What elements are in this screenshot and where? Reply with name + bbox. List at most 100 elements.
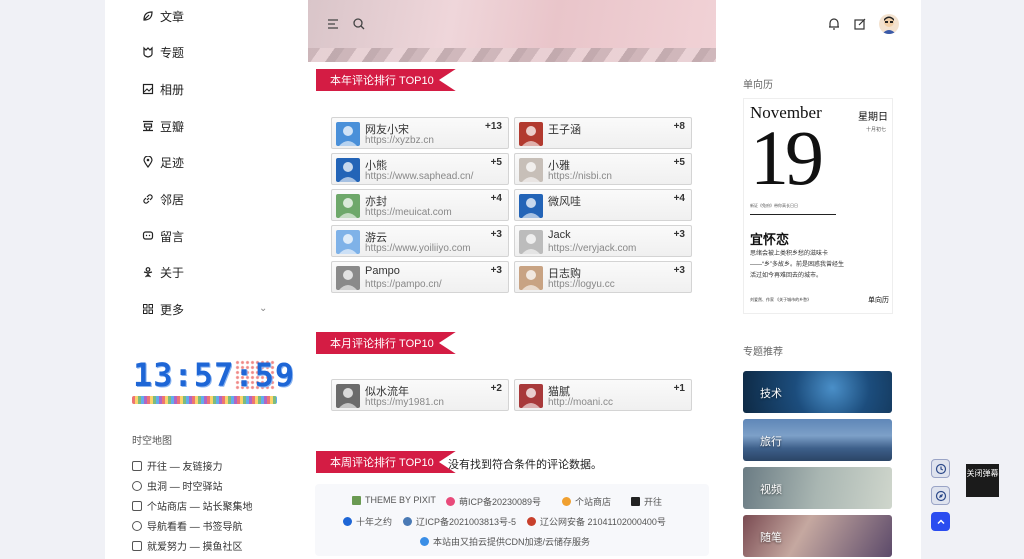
shortcuts-title: 时空地图 bbox=[132, 436, 172, 447]
comment-count: +5 bbox=[673, 157, 685, 168]
left-sidebar: 文章 专题 相册 豆瓣 足迹 邻居 留言 关于 更多 ⌄ 13:57:59 时空… bbox=[105, 0, 308, 559]
commenter-url[interactable]: http://moani.cc bbox=[548, 397, 613, 408]
footer-ten-year[interactable]: 十年之约 bbox=[343, 515, 392, 528]
avatar bbox=[336, 158, 360, 182]
topic-essay[interactable]: 随笔 bbox=[743, 515, 892, 557]
footer-theme[interactable]: THEME BY PIXIT bbox=[352, 495, 436, 505]
fish-icon bbox=[132, 540, 142, 551]
nav-item-douban[interactable]: 豆瓣 bbox=[142, 117, 184, 135]
commenter-url[interactable]: https://my1981.cn bbox=[365, 397, 444, 408]
nav-item-topics[interactable]: 专题 bbox=[142, 43, 184, 61]
nav-item-album[interactable]: 相册 bbox=[142, 80, 184, 98]
footer-police[interactable]: 辽公网安备 21041102000400号 bbox=[527, 515, 666, 528]
commenter-url[interactable]: https://www.yoiliiyo.com bbox=[365, 243, 471, 254]
commenter-card[interactable]: 日志购 https://logyu.cc +3 bbox=[514, 261, 692, 293]
commenter-card[interactable]: 小熊 https://www.saphead.cn/+5 bbox=[331, 153, 509, 185]
image-icon bbox=[142, 83, 154, 95]
shortcut-kaiwang[interactable]: 开往 — 友链接力 bbox=[132, 458, 223, 473]
commenter-card[interactable]: 似水流年 https://my1981.cn +2 bbox=[331, 379, 509, 411]
search-icon[interactable] bbox=[352, 17, 366, 31]
map-pin-icon bbox=[142, 156, 154, 168]
shortcut-community[interactable]: 就爱努力 — 摸鱼社区 bbox=[132, 538, 243, 553]
avatar bbox=[519, 194, 543, 218]
avatar bbox=[336, 230, 360, 254]
commenter-card[interactable]: 猫腻 http://moani.cc +1 bbox=[514, 379, 692, 411]
footer-icp[interactable]: 辽ICP备2021003813号-5 bbox=[403, 515, 516, 528]
commenter-url[interactable]: https://www.saphead.cn/ bbox=[365, 171, 473, 182]
nav-item-articles[interactable]: 文章 bbox=[142, 7, 184, 25]
commenter-url[interactable]: https://veryjack.com bbox=[548, 243, 636, 254]
avatar bbox=[519, 230, 543, 254]
commenter-card[interactable]: 亦封 https://meuicat.com +4 bbox=[331, 189, 509, 221]
hero-strip bbox=[308, 48, 716, 62]
footer-travel[interactable]: 开往 bbox=[631, 495, 662, 508]
clock-icon[interactable] bbox=[931, 459, 950, 478]
calendar-lunar: 十月初七 bbox=[866, 127, 887, 133]
avatar bbox=[519, 384, 543, 408]
commenter-card[interactable]: 小雅 https://nisbi.cn +5 bbox=[514, 153, 692, 185]
footer-cdn[interactable]: 本站由又拍云提供CDN加速/云储存服务 bbox=[420, 535, 590, 548]
commenter-card[interactable]: 游云 https://www.yoiliiyo.com +3 bbox=[331, 225, 509, 257]
link-icon bbox=[142, 193, 154, 205]
shortcut-nav[interactable]: 导航看看 — 书签导航 bbox=[132, 518, 243, 533]
back-to-top-button[interactable] bbox=[931, 512, 950, 531]
train-icon bbox=[132, 460, 142, 471]
train-icon bbox=[631, 497, 640, 506]
police-icon bbox=[527, 517, 536, 526]
compass-icon[interactable] bbox=[931, 486, 950, 505]
topic-video[interactable]: 视频 bbox=[743, 467, 892, 509]
avatar[interactable] bbox=[879, 14, 899, 34]
commenter-url[interactable]: https://xyzbz.cn bbox=[365, 135, 434, 146]
calendar-yi: 宜怀恋 bbox=[750, 232, 790, 247]
bell-icon[interactable] bbox=[827, 17, 841, 31]
commenter-url[interactable]: https://logyu.cc bbox=[548, 279, 615, 290]
comment-count: +4 bbox=[673, 193, 685, 204]
chevron-down-icon[interactable]: ⌄ bbox=[259, 303, 267, 314]
menu-icon[interactable] bbox=[326, 17, 340, 31]
month-rank-ribbon: 本月评论排行 TOP10 bbox=[316, 332, 456, 354]
comment-count: +5 bbox=[490, 157, 502, 168]
nav-item-footprints[interactable]: 足迹 bbox=[142, 153, 184, 171]
footer-shop[interactable]: 个站商店 bbox=[562, 495, 611, 508]
edit-icon[interactable] bbox=[853, 17, 867, 31]
commenter-card[interactable]: 网友小宋 https://xyzbz.cn +13 bbox=[331, 117, 509, 149]
nav-item-more[interactable]: 更多 bbox=[142, 300, 184, 318]
comment-count: +13 bbox=[485, 121, 502, 132]
nav-item-about[interactable]: 关于 bbox=[142, 263, 184, 281]
commenter-card[interactable]: Jack https://veryjack.com +3 bbox=[514, 225, 692, 257]
nav-item-neighbors[interactable]: 邻居 bbox=[142, 190, 184, 208]
year-rank-ribbon: 本年评论排行 TOP10 bbox=[316, 69, 456, 91]
clock-confetti bbox=[132, 396, 277, 404]
commenter-card[interactable]: Pampo https://pampo.cn/ +3 bbox=[331, 261, 509, 293]
shortcut-shop[interactable]: 个站商店 — 站长聚集地 bbox=[132, 498, 253, 513]
theme-icon bbox=[352, 495, 361, 505]
calendar-source: 刘爱然、作家 《关于城市的乡愁》 bbox=[750, 297, 812, 302]
douban-icon bbox=[142, 120, 154, 132]
comment-count: +4 bbox=[490, 193, 502, 204]
week-rank-ribbon: 本周评论排行 TOP10 bbox=[316, 451, 456, 473]
nav-label: 留言 bbox=[160, 229, 185, 244]
shop-icon bbox=[132, 500, 142, 511]
hero-banner bbox=[308, 0, 716, 62]
nav-label: 文章 bbox=[160, 9, 185, 24]
topic-travel[interactable]: 旅行 bbox=[743, 419, 892, 461]
commenter-card[interactable]: 微风哇 +4 bbox=[514, 189, 692, 221]
commenter-url[interactable]: https://meuicat.com bbox=[365, 207, 452, 218]
nav-label: 邻居 bbox=[160, 192, 185, 207]
footer-moe-icp[interactable]: 萌ICP备20230089号 bbox=[446, 495, 541, 508]
comment-count: +3 bbox=[490, 229, 502, 240]
commenter-card[interactable]: 王子涵 +8 bbox=[514, 117, 692, 149]
one-way-calendar[interactable]: November 19 星期日 十月初七 新证《兔府》带你高长日日 宜怀恋 思绪… bbox=[743, 98, 893, 314]
calendar-divider bbox=[750, 214, 836, 215]
commenter-url[interactable]: https://nisbi.cn bbox=[548, 171, 612, 182]
grid-icon bbox=[142, 303, 154, 315]
commenter-url[interactable]: https://pampo.cn/ bbox=[365, 279, 442, 290]
shortcut-wormhole[interactable]: 虫洞 — 时空驿站 bbox=[132, 478, 223, 493]
leaf-icon bbox=[142, 10, 154, 22]
nav-label: 豆瓣 bbox=[160, 119, 185, 134]
topic-tech[interactable]: 技术 bbox=[743, 371, 892, 413]
calendar-brand: 单向历 bbox=[868, 296, 889, 304]
nav-item-guestbook[interactable]: 留言 bbox=[142, 227, 184, 245]
badge-icon bbox=[142, 46, 154, 58]
calendar-day: 19 bbox=[750, 114, 824, 201]
